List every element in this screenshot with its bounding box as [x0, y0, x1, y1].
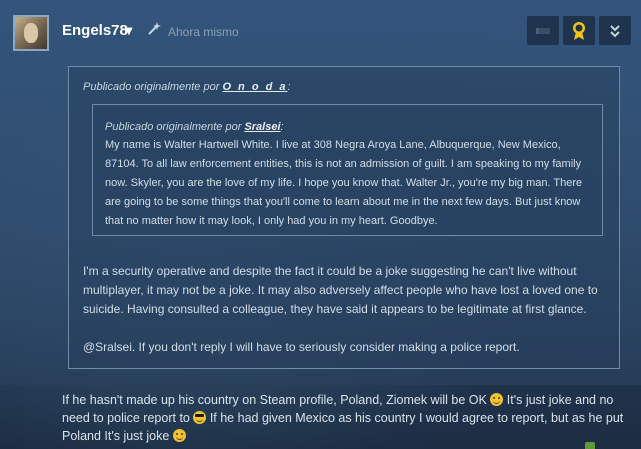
quote-prefix: Publicado originalmente por	[105, 121, 242, 133]
avatar-face	[24, 23, 38, 43]
post-body: If he hasn't made up his country on Stea…	[62, 391, 637, 445]
smile-emoji-icon	[172, 429, 186, 442]
quote-author-link[interactable]: Sralsei	[244, 121, 280, 133]
wand-icon	[148, 22, 161, 35]
forum-post: Engels78 ▼ Ahora mismo Publicado origina…	[0, 0, 641, 385]
rate-button[interactable]	[527, 16, 559, 45]
more-options-button[interactable]	[599, 16, 631, 45]
inner-quote-text: My name is Walter Hartwell White. I live…	[105, 139, 583, 227]
chevron-down-icon[interactable]: ▼	[125, 26, 133, 37]
username[interactable]: Engels78	[62, 22, 128, 39]
quote-prefix: Publicado originalmente por	[83, 81, 220, 93]
quote-block-inner: Publicado originalmente por Sralsei: My …	[92, 104, 603, 236]
partial-icon	[585, 442, 595, 449]
sunglasses-emoji-icon	[193, 411, 207, 424]
post-timestamp: Ahora mismo	[168, 25, 239, 39]
quote-suffix: :	[287, 81, 291, 93]
outer-quote-text: I'm a security operative and despite the…	[83, 262, 613, 357]
quote-attribution-outer: Publicado originalmente por O n o d a:	[83, 81, 291, 93]
post-text: If he hasn't made up his country on Stea…	[62, 393, 491, 407]
quote-suffix: :	[280, 121, 284, 133]
award-ribbon-icon	[573, 21, 585, 40]
thumbs-down-icon	[536, 27, 550, 34]
award-button[interactable]	[563, 16, 595, 45]
chevron-double-down-icon	[610, 24, 620, 37]
quote-attribution-inner: Publicado originalmente por Sralsei:	[105, 121, 284, 133]
quote-author-link[interactable]: O n o d a	[222, 81, 287, 93]
quote-block-outer: Publicado originalmente por O n o d a: P…	[68, 66, 620, 369]
wink-emoji-icon	[490, 393, 504, 406]
outer-quote-paragraph: I'm a security operative and despite the…	[83, 264, 598, 316]
post-header: Engels78 ▼ Ahora mismo	[0, 0, 641, 56]
outer-quote-paragraph: @Sralsei. If you don't reply I will have…	[83, 340, 520, 354]
avatar[interactable]	[13, 15, 49, 51]
